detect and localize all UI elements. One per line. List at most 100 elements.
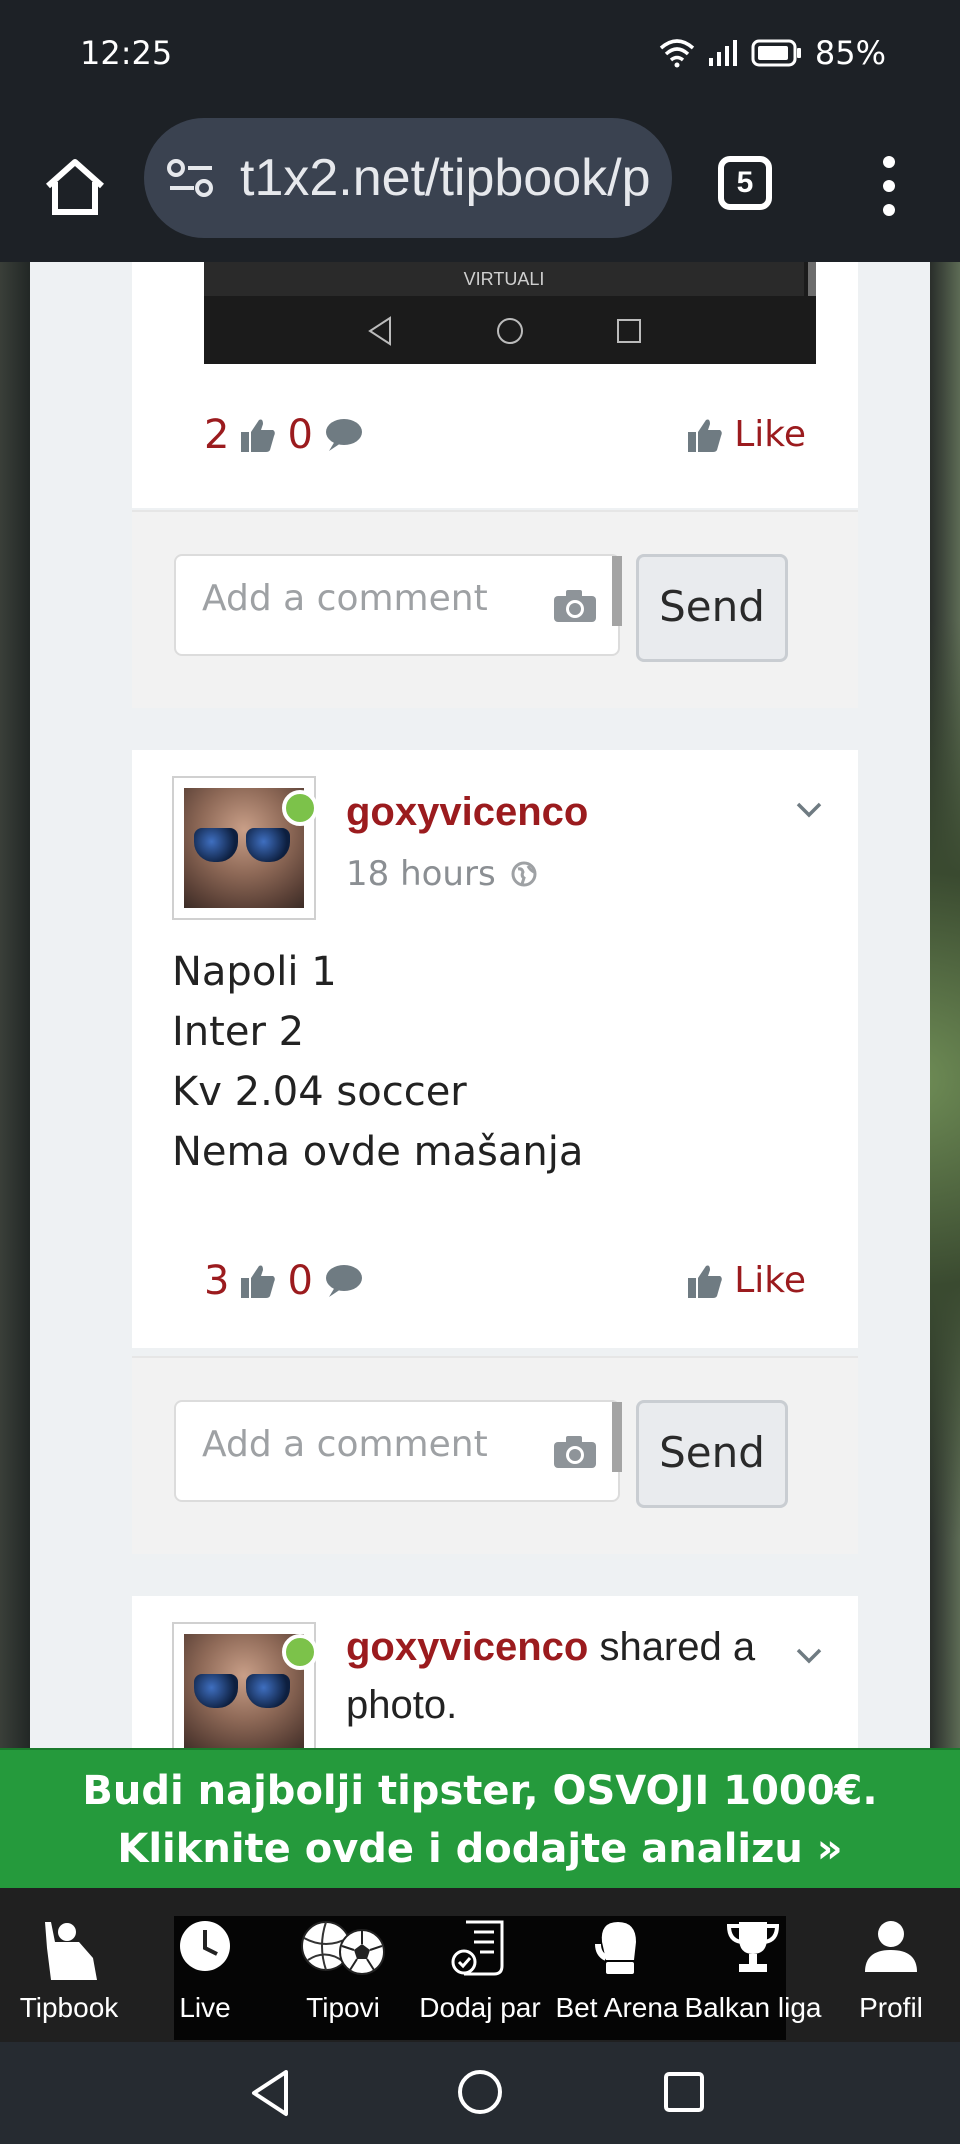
like-count: 3	[204, 1258, 230, 1304]
post-line: Nema ovde mašanja	[172, 1129, 584, 1175]
comment-input[interactable]: Add a comment	[174, 1400, 622, 1502]
status-icons: 85%	[659, 34, 886, 72]
address-bar[interactable]: t1x2.net/tipbook/p	[144, 118, 672, 238]
avatar-glasses-left	[194, 1674, 238, 1708]
comment-form: Add a comment Send	[132, 510, 858, 708]
balls-icon	[301, 1921, 385, 1975]
post-text: Napoli 1 Inter 2 Kv 2.04 soccer Nema ovd…	[172, 942, 583, 1182]
clock-icon	[180, 1921, 230, 1971]
online-status-dot	[282, 1634, 318, 1670]
post-line: Inter 2	[172, 1009, 305, 1055]
globe-icon	[511, 861, 537, 887]
system-navigation-bar	[0, 2042, 960, 2144]
comment-input[interactable]: Add a comment	[174, 554, 622, 656]
comment-bubble-icon	[325, 1265, 362, 1297]
battery-percent: 85%	[814, 34, 886, 72]
battery-icon	[751, 39, 801, 67]
signal-icon	[708, 40, 737, 66]
post-card: goxyvicenco 18 hours Napoli 1 Inter 2 Kv…	[132, 750, 858, 1348]
post-header-text: goxyvicenco shared a photo.	[346, 1618, 776, 1734]
home-icon[interactable]	[40, 152, 110, 222]
user-icon	[865, 1921, 917, 1972]
chevron-down-icon[interactable]	[794, 800, 824, 820]
comment-placeholder: Add a comment	[202, 1424, 488, 1465]
bottom-navigation: Tipbook Live Tipovi Dodaj par Bet Arena …	[0, 1888, 960, 2042]
nav-item-balkan-liga[interactable]: Balkan liga	[684, 1888, 822, 2042]
input-scrollbar	[612, 556, 622, 626]
post-card: VIRTUALI 2 0 Like	[132, 262, 858, 508]
nav-item-bet-arena[interactable]: Bet Arena	[548, 1888, 686, 2042]
recents-icon[interactable]	[662, 2070, 706, 2114]
boxing-glove-icon	[595, 1922, 636, 1974]
nav-icon-wrap	[684, 1918, 822, 1980]
nav-label: Balkan liga	[684, 1992, 822, 2023]
nav-label: Profil	[859, 1992, 923, 2023]
post-author[interactable]: goxyvicenco	[346, 790, 588, 835]
thumbs-up-icon	[241, 419, 276, 452]
nav-icon-wrap	[136, 1918, 274, 1980]
post-time-text: 18 hours	[346, 854, 496, 894]
input-scrollbar	[612, 1402, 622, 1472]
comment-form: Add a comment Send	[132, 1356, 858, 1554]
like-count: 2	[204, 412, 230, 458]
nav-item-profil[interactable]: Profil	[822, 1888, 960, 2042]
comment-count: 0	[287, 412, 313, 458]
tab-switcher-button[interactable]: 5	[718, 156, 772, 210]
nav-icon-wrap	[274, 1918, 412, 1980]
post-line: Napoli 1	[172, 949, 337, 995]
trophy-icon	[726, 1922, 780, 1972]
banner-line-1: Budi najbolji tipster, OSVOJI 1000€.	[82, 1768, 878, 1814]
chevron-down-icon[interactable]	[794, 1646, 824, 1666]
like-button[interactable]: Like	[686, 414, 806, 455]
page-viewport: VIRTUALI 2 0 Like Add a comment Send gox…	[0, 262, 960, 1748]
feed-column: VIRTUALI 2 0 Like Add a comment Send gox…	[30, 262, 930, 1748]
browser-toolbar: t1x2.net/tipbook/p 5	[0, 110, 960, 262]
like-button[interactable]: Like	[686, 1260, 806, 1301]
photo-nav-bar	[368, 316, 641, 346]
wifi-icon	[659, 39, 695, 68]
photo-scrollbar	[808, 262, 816, 296]
nav-label: Dodaj par	[419, 1992, 541, 2023]
nav-label: Live	[179, 1992, 231, 2023]
url-text: t1x2.net/tipbook/p	[240, 149, 651, 207]
more-menu-icon[interactable]	[874, 154, 904, 218]
nav-item-tipbook[interactable]: Tipbook	[0, 1888, 138, 2042]
post-photo[interactable]: VIRTUALI	[204, 262, 816, 364]
nav-icon-wrap	[411, 1918, 549, 1980]
nav-item-dodaj-par[interactable]: Dodaj par	[411, 1888, 549, 2042]
banner-line-2: Kliknite ovde i dodajte analizu »	[117, 1826, 843, 1872]
comment-placeholder: Add a comment	[202, 578, 488, 619]
like-label: Like	[734, 1260, 806, 1301]
send-button[interactable]: Send	[636, 554, 788, 662]
post-stats: 2 0	[204, 412, 363, 458]
tipster-icon	[45, 1922, 97, 1980]
camera-icon[interactable]	[552, 588, 598, 624]
post-timestamp: 18 hours	[346, 854, 538, 894]
nav-item-live[interactable]: Live	[136, 1888, 274, 2042]
thumbs-up-icon	[688, 419, 723, 452]
site-settings-icon[interactable]	[166, 156, 216, 200]
status-time: 12:25	[80, 34, 173, 72]
ticket-icon	[451, 1920, 504, 1976]
comment-bubble-icon	[325, 419, 362, 451]
post-card: goxyvicenco shared a photo.	[132, 1596, 858, 1748]
avatar-glasses-right	[246, 828, 290, 862]
online-status-dot	[282, 790, 318, 826]
avatar-glasses-left	[194, 828, 238, 862]
promo-banner[interactable]: Budi najbolji tipster, OSVOJI 1000€. Kli…	[0, 1748, 960, 1888]
post-stats: 3 0	[204, 1258, 363, 1304]
nav-icon-wrap	[822, 1918, 960, 1980]
comment-count: 0	[287, 1258, 313, 1304]
home-circle-icon[interactable]	[456, 2068, 504, 2116]
nav-icon-wrap	[548, 1918, 686, 1980]
post-line: Kv 2.04 soccer	[172, 1069, 467, 1115]
like-label: Like	[734, 414, 806, 455]
send-button[interactable]: Send	[636, 1400, 788, 1508]
post-author[interactable]: goxyvicenco	[346, 1625, 588, 1669]
thumbs-up-icon	[688, 1265, 723, 1298]
camera-icon[interactable]	[552, 1434, 598, 1470]
back-icon[interactable]	[248, 2068, 292, 2118]
nav-label: Bet Arena	[555, 1992, 679, 2023]
nav-item-tipovi[interactable]: Tipovi	[274, 1888, 412, 2042]
thumbs-up-icon	[241, 1265, 276, 1298]
